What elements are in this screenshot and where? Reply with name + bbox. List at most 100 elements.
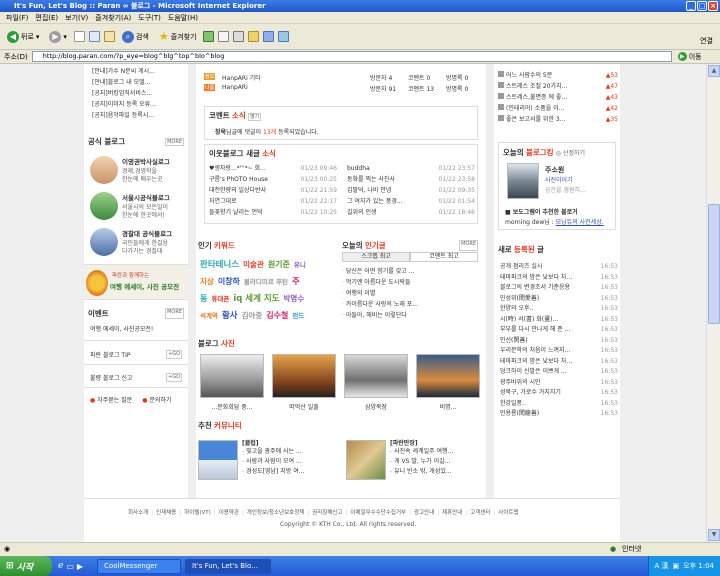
keyword-link[interactable]: 미술관 (243, 260, 264, 269)
menu-view[interactable]: 보기(V) (65, 13, 88, 23)
tip-link[interactable]: 파란 블로그 TIP +GO (90, 350, 182, 359)
popular-post-item[interactable]: 스트레스,불면증 에 좋... ▲43 (498, 92, 618, 103)
official-more-button[interactable]: MORE (165, 137, 184, 146)
menu-help[interactable]: 도움말(H) (168, 13, 198, 23)
popular-post-item[interactable]: · 카이름다운 사랑의 노래 포... (342, 299, 478, 310)
footer-link[interactable]: 권리침해신고 (312, 510, 342, 516)
keyword-link[interactable]: 김아중 (242, 311, 263, 320)
blog-photo-caption[interactable]: 삼양목장 (344, 402, 408, 411)
menu-tools[interactable]: 도구(T) (138, 13, 161, 23)
notice-item[interactable]: [공지]이미지 등록 오류... (92, 99, 186, 110)
blog-photo[interactable] (416, 354, 480, 398)
new-post-item[interactable]: 시(時) 서(書) 화(畫)... 16:53 (500, 315, 618, 326)
minimize-button[interactable]: _ (686, 1, 696, 11)
faq-link[interactable]: ● 자주묻는 질문 (90, 395, 132, 404)
folder-icon[interactable] (248, 31, 260, 42)
task-internet-explorer[interactable]: It's Fun, Let's Blo... (185, 558, 272, 574)
popular-post-item[interactable]: · 여행의 이별 (342, 288, 478, 299)
blogger-name[interactable]: 주소원 (545, 165, 564, 175)
favorites-button[interactable]: ★ 즐겨찾기 (156, 29, 200, 44)
club-thumbnail[interactable] (198, 440, 238, 480)
start-button[interactable]: ⊞ 시작 (0, 556, 52, 576)
address-input[interactable]: http://blog.paran.com/?p_eye=blog^blg^to… (31, 51, 672, 62)
new-post-item[interactable]: 우리문학의 처음이 느껴지... 16:53 (500, 346, 618, 357)
footer-link[interactable]: 이메일무수수단수집거부 (350, 510, 406, 516)
blog-photo[interactable] (200, 354, 264, 398)
media-icon[interactable] (203, 31, 215, 42)
footer-link[interactable]: 광고안내 (414, 510, 434, 516)
new-post-item[interactable]: 공개 점리즈 실시 16:53 (500, 262, 618, 273)
keyword-link[interactable]: 판타테니스 (200, 260, 239, 270)
popular-post-item[interactable]: · 아들아, 해비는 이렇단다 (342, 310, 478, 321)
comment-news-text[interactable]: 창욱님글에 댓글이 13개 등록되었습니다. (215, 127, 319, 136)
footer-link[interactable]: 고객센터 (470, 510, 490, 516)
neighbor-post-item[interactable]: buddha 01/22 23:57 (347, 163, 475, 174)
popular-post-item[interactable]: (인테리어) 소품을 이... ▲42 (498, 103, 618, 114)
popular-post-item[interactable]: · 먹기엔 아름다운 도시락들 (342, 277, 478, 288)
keyword-link[interactable]: 동 (200, 294, 207, 303)
keyword-link[interactable]: 유니 (294, 261, 306, 269)
new-post-item[interactable]: 테마파크의 밤은 낮보다 차... 16:53 (500, 357, 618, 368)
new-post-item[interactable]: 블로그의 변경조서 기준응용 16:53 (500, 283, 618, 294)
scroll-up-button[interactable]: ▲ (708, 65, 720, 77)
neighbor-post-item[interactable]: 길위의 인생 01/22 18:46 (347, 207, 475, 218)
keyword-link[interactable]: 주 (292, 277, 300, 287)
footer-link[interactable]: 인재채용 (156, 510, 176, 516)
research-icon[interactable] (278, 31, 290, 42)
quicklaunch-desktop-icon[interactable]: ▭ (66, 562, 74, 571)
popular-post-item[interactable]: · 당신은 어떤 향기를 갖고 ... (342, 266, 478, 277)
community-item[interactable]: - 빛고을 광주에 사는 ... (242, 447, 342, 457)
keyword-link[interactable]: 이창하 (218, 277, 240, 286)
tab-comment-best[interactable]: 코멘트 최고 (410, 252, 478, 262)
official-blog-item[interactable]: 경찰대 공식블로그 국민들에게 한걸음 다가가는 경찰대 (88, 226, 186, 262)
new-post-item[interactable]: 광주바위의 시민 16:53 (500, 378, 618, 389)
neighbor-post-item[interactable]: 구름's PhOTO House 01/23 00:25 (209, 174, 337, 185)
refresh-icon[interactable] (88, 31, 100, 42)
keyword-link[interactable]: 박명수 (284, 294, 305, 303)
new-post-item[interactable]: 민성위(閔愛善) 16:53 (500, 294, 618, 305)
popular-post-item[interactable]: 어느 사람수의 5분 ▲53 (498, 70, 618, 81)
keyword-link[interactable]: 석계역 (200, 312, 218, 320)
task-coolmessenger[interactable]: CoolMessenger (97, 558, 182, 574)
contest-banner[interactable]: 파란과 함께하는 여행 에세이, 사진 공모전 (84, 264, 188, 300)
neighbor-post-item[interactable]: 동화를 찍는 사진사 01/22 23:58 (347, 174, 475, 185)
blog-photo-caption[interactable]: 비명... (416, 402, 480, 411)
back-button[interactable]: ◀ 뒤로 ▾ (4, 30, 42, 44)
messenger-icon[interactable] (263, 31, 275, 42)
ime-indicator[interactable]: A 漢 (655, 561, 669, 571)
neighbor-post-item[interactable]: 김팔덕, 나비 안녕 01/22 09:35 (347, 185, 475, 196)
footer-link[interactable]: 개인정보/청소년보호정책 (247, 510, 305, 516)
footer-link[interactable]: 제휴안내 (442, 510, 462, 516)
blogger-avatar[interactable] (507, 163, 539, 199)
network-icon[interactable]: ▣ (673, 562, 680, 570)
quicklaunch-ie-icon[interactable]: ℯ (58, 561, 63, 571)
today-more-button[interactable]: MORE (459, 240, 478, 251)
popular-post-item[interactable]: 좋은 보고서를 위한 3... ▲35 (498, 114, 618, 125)
blog-photo-caption[interactable]: ...문화회담 중... (200, 402, 264, 411)
my-blog-row[interactable]: 나름 HanpARi 방문자 91 코멘트 13 방명록 0 (204, 83, 482, 94)
neighbor-post-item[interactable]: 대전한량의 일상다반사 01/22 21:59 (209, 185, 337, 196)
official-blog-item[interactable]: 이영권박사실로그 경제,경영학을 한눈에 배우는곳 (88, 154, 186, 190)
scroll-down-button[interactable]: ▼ (708, 529, 720, 541)
community-item[interactable]: - 유니 빈소 밖, 개성있... (390, 467, 486, 477)
notice-item[interactable]: [공지]버킹엄직서비스... (92, 88, 186, 99)
mail-icon[interactable] (218, 31, 230, 42)
keyword-link[interactable]: 원기준 (268, 260, 290, 269)
footer-link[interactable]: 사이트맵 (498, 510, 518, 516)
keyword-link[interactable]: iq 세계 지도 (233, 294, 279, 304)
footer-link[interactable]: 회사소개 (128, 510, 148, 516)
menu-favorites[interactable]: 즐겨찾기(A) (95, 13, 131, 23)
new-post-item[interactable]: 테마파크의 밤은 낮보다 차... 16:53 (500, 273, 618, 284)
maximize-button[interactable]: □ (697, 1, 707, 11)
close-button[interactable]: × (708, 1, 718, 11)
ask-link[interactable]: ● 문의하기 (142, 395, 171, 404)
neighbor-post-item[interactable]: 들꽃향기 날리는 언덕 01/22 10:25 (209, 207, 337, 218)
community-item[interactable]: - 경성도[영남] 지방 여... (242, 467, 342, 477)
notice-item[interactable]: [공지]음악파일 등록시... (92, 110, 186, 121)
stop-icon[interactable] (73, 31, 85, 42)
paranmanjang-thumbnail[interactable] (346, 440, 386, 480)
links-label[interactable]: 연결 (700, 36, 713, 46)
blog-photo[interactable] (272, 354, 336, 398)
keyword-link[interactable]: 황사 (222, 311, 238, 321)
keyword-link[interactable]: 블라디미르 푸틴 (244, 278, 288, 286)
